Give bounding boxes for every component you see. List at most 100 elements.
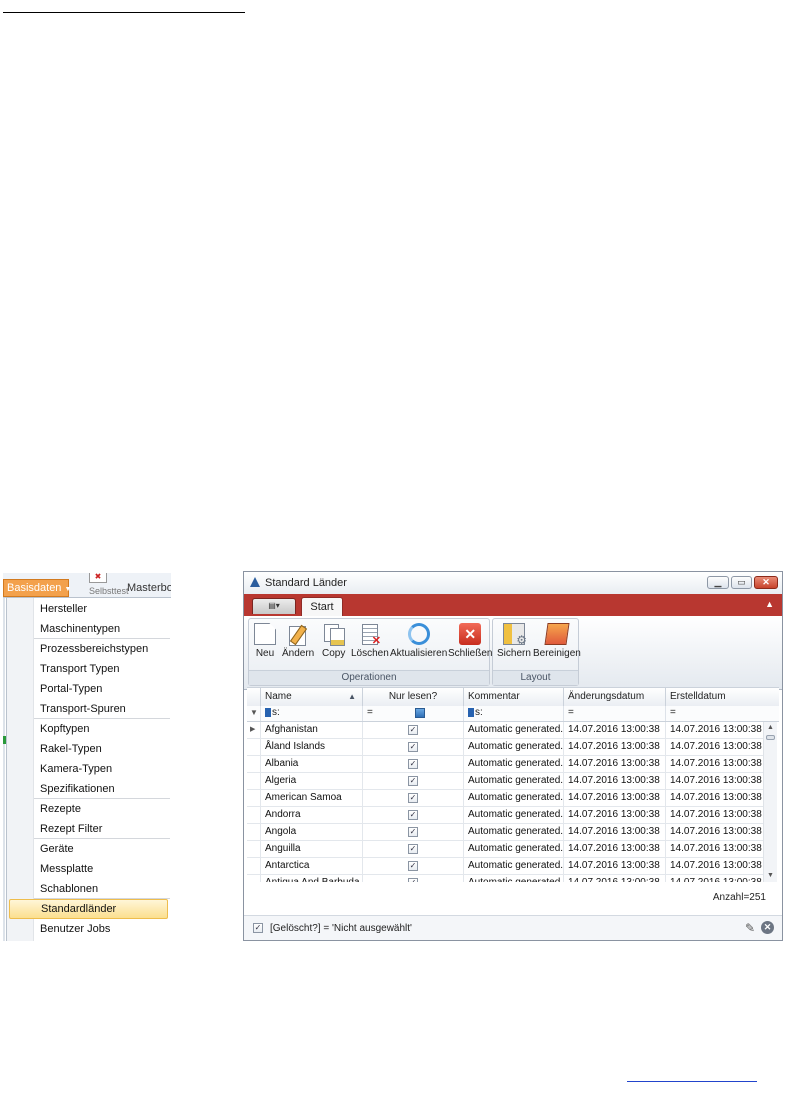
loeschen-button[interactable]: Löschen xyxy=(351,623,389,659)
basisdaten-tab[interactable]: Basisdaten ▼ xyxy=(3,579,71,597)
table-row[interactable]: Albania ✓ Automatic generated. 14.07.2016 1… xyxy=(247,756,763,773)
cell-readonly[interactable]: ✓ xyxy=(362,858,463,874)
table-row[interactable]: Angola ✓ Automatic generated. 14.07.2016 13… xyxy=(247,824,763,841)
cell-readonly[interactable]: ✓ xyxy=(362,739,463,755)
cell-created[interactable]: 14.07.2016 13:00:38 xyxy=(665,790,763,806)
menu-item[interactable]: Rezept Filter xyxy=(7,819,170,839)
schliessen-button[interactable]: ✕ Schließen xyxy=(448,623,492,659)
table-row[interactable]: Algeria ✓ Automatic generated. 14.07.2016 1… xyxy=(247,773,763,790)
menu-item[interactable]: Messplatte xyxy=(7,859,170,879)
readonly-checkbox[interactable]: ✓ xyxy=(408,725,418,735)
sichern-button[interactable]: Sichern xyxy=(497,623,531,659)
cell-comment[interactable]: Automatic generated. xyxy=(463,739,563,755)
cell-name[interactable]: Anguilla xyxy=(260,841,362,857)
column-header-readonly[interactable]: Nur lesen? xyxy=(362,688,463,706)
menu-item[interactable]: Schablonen xyxy=(7,879,170,899)
cell-changed[interactable]: 14.07.2016 13:00:38 xyxy=(563,841,665,857)
column-header-aenderungsdatum[interactable]: Änderungsdatum xyxy=(563,688,665,706)
cell-name[interactable]: Albania xyxy=(260,756,362,772)
menu-item[interactable]: Spezifikationen xyxy=(7,779,170,799)
cell-readonly[interactable]: ✓ xyxy=(362,773,463,789)
scroll-thumb[interactable] xyxy=(766,735,775,740)
menu-item[interactable]: Rezepte xyxy=(7,799,170,819)
aendern-button[interactable]: Ändern xyxy=(282,623,314,659)
cell-name[interactable]: Åland Islands xyxy=(260,739,362,755)
menu-item[interactable]: Standardländer xyxy=(9,899,168,919)
vertical-scrollbar[interactable]: ▲ ▼ xyxy=(763,722,777,882)
menu-item[interactable]: Hersteller xyxy=(7,599,170,619)
menu-item[interactable]: Maschinentypen xyxy=(7,619,170,639)
cell-changed[interactable]: 14.07.2016 13:00:38 xyxy=(563,858,665,874)
table-row[interactable]: Åland Islands ✓ Automatic generated. 14.07.… xyxy=(247,739,763,756)
filter-comment-field[interactable]: s: xyxy=(463,706,563,721)
cell-created[interactable]: 14.07.2016 13:00:38 xyxy=(665,841,763,857)
filter-name-field[interactable]: s: xyxy=(260,706,362,721)
quick-access-menu-button[interactable]: ▤▾ xyxy=(252,598,296,614)
cell-name[interactable]: Antarctica xyxy=(260,858,362,874)
cell-changed[interactable]: 14.07.2016 13:00:38 xyxy=(563,773,665,789)
cell-comment[interactable]: Automatic generated. xyxy=(463,858,563,874)
menu-item[interactable]: Kamera-Typen xyxy=(7,759,170,779)
filter-changed-field[interactable]: = xyxy=(563,706,665,721)
readonly-checkbox[interactable]: ✓ xyxy=(408,742,418,752)
table-row[interactable]: Antigua And Barbuda ✓ Automatic generated.… xyxy=(247,875,763,882)
cell-changed[interactable]: 14.07.2016 13:00:38 xyxy=(563,790,665,806)
cell-comment[interactable]: Automatic generated. xyxy=(463,841,563,857)
menu-item[interactable]: Geräte xyxy=(7,839,170,859)
cell-readonly[interactable]: ✓ xyxy=(362,756,463,772)
cell-comment[interactable]: Automatic generated. xyxy=(463,875,563,882)
cell-name[interactable]: Andorra xyxy=(260,807,362,823)
cell-created[interactable]: 14.07.2016 13:00:38 xyxy=(665,875,763,882)
table-row[interactable]: Andorra ✓ Automatic generated. 14.07.2016 1… xyxy=(247,807,763,824)
cell-changed[interactable]: 14.07.2016 13:00:38 xyxy=(563,722,665,738)
aktualisieren-button[interactable]: Aktualisieren xyxy=(390,623,447,659)
column-header-kommentar[interactable]: Kommentar xyxy=(463,688,563,706)
readonly-checkbox[interactable]: ✓ xyxy=(408,793,418,803)
cell-comment[interactable]: Automatic generated. xyxy=(463,790,563,806)
readonly-checkbox[interactable]: ✓ xyxy=(408,844,418,854)
tab-start[interactable]: Start xyxy=(301,597,343,616)
filter-readonly-checkbox[interactable] xyxy=(415,708,425,718)
cell-comment[interactable]: Automatic generated. xyxy=(463,722,563,738)
minimize-button[interactable]: ▁ xyxy=(707,576,729,589)
cell-readonly[interactable]: ✓ xyxy=(362,790,463,806)
active-filter-text[interactable]: [Gelöscht?] = 'Nicht ausgewählt' xyxy=(270,923,412,934)
menu-item[interactable]: Benutzer Jobs xyxy=(7,919,170,939)
filter-readonly-field[interactable]: = xyxy=(362,706,463,721)
cell-comment[interactable]: Automatic generated. xyxy=(463,807,563,823)
menu-item[interactable]: Transport Typen xyxy=(7,659,170,679)
cell-name[interactable]: Angola xyxy=(260,824,362,840)
column-header-erstelldatum[interactable]: Erstelldatum xyxy=(665,688,767,706)
table-row[interactable]: American Samoa ✓ Automatic generated. 14.07… xyxy=(247,790,763,807)
cell-readonly[interactable]: ✓ xyxy=(362,875,463,882)
cell-changed[interactable]: 14.07.2016 13:00:38 xyxy=(563,739,665,755)
menu-item[interactable]: Kopftypen xyxy=(7,719,170,739)
cell-comment[interactable]: Automatic generated. xyxy=(463,824,563,840)
cell-readonly[interactable]: ✓ xyxy=(362,807,463,823)
close-button[interactable]: ✕ xyxy=(754,576,778,589)
cell-created[interactable]: 14.07.2016 13:00:38 xyxy=(665,756,763,772)
cell-name[interactable]: Afghanistan xyxy=(260,722,362,738)
bereinigen-button[interactable]: Bereinigen xyxy=(533,623,581,659)
cell-created[interactable]: 14.07.2016 13:00:38 xyxy=(665,858,763,874)
cell-readonly[interactable]: ✓ xyxy=(362,824,463,840)
table-row[interactable]: Anguilla ✓ Automatic generated. 14.07.2016 … xyxy=(247,841,763,858)
cell-name[interactable]: Antigua And Barbuda xyxy=(260,875,362,882)
cell-changed[interactable]: 14.07.2016 13:00:38 xyxy=(563,807,665,823)
cell-readonly[interactable]: ✓ xyxy=(362,841,463,857)
cell-changed[interactable]: 14.07.2016 13:00:38 xyxy=(563,875,665,882)
filter-enabled-checkbox[interactable]: ✓ xyxy=(253,923,263,933)
clear-filter-icon[interactable]: ✕ xyxy=(761,921,774,934)
scroll-up-icon[interactable]: ▲ xyxy=(764,722,777,734)
cell-comment[interactable]: Automatic generated. xyxy=(463,773,563,789)
readonly-checkbox[interactable]: ✓ xyxy=(408,827,418,837)
scroll-down-icon[interactable]: ▼ xyxy=(764,870,777,882)
title-bar[interactable]: Standard Länder ▁ ▭ ✕ xyxy=(244,572,782,594)
table-row[interactable]: ▶ Afghanistan ✓ Automatic generated. 14.07.2… xyxy=(247,722,763,739)
readonly-checkbox[interactable]: ✓ xyxy=(408,878,418,882)
cell-created[interactable]: 14.07.2016 13:00:38 xyxy=(665,773,763,789)
column-header-name[interactable]: Name ▲ xyxy=(260,688,362,706)
menu-item[interactable]: Rakel-Typen xyxy=(7,739,170,759)
edit-filter-icon[interactable]: ✎ xyxy=(745,921,755,935)
selbsttest-icon[interactable]: ✖ xyxy=(89,573,107,583)
